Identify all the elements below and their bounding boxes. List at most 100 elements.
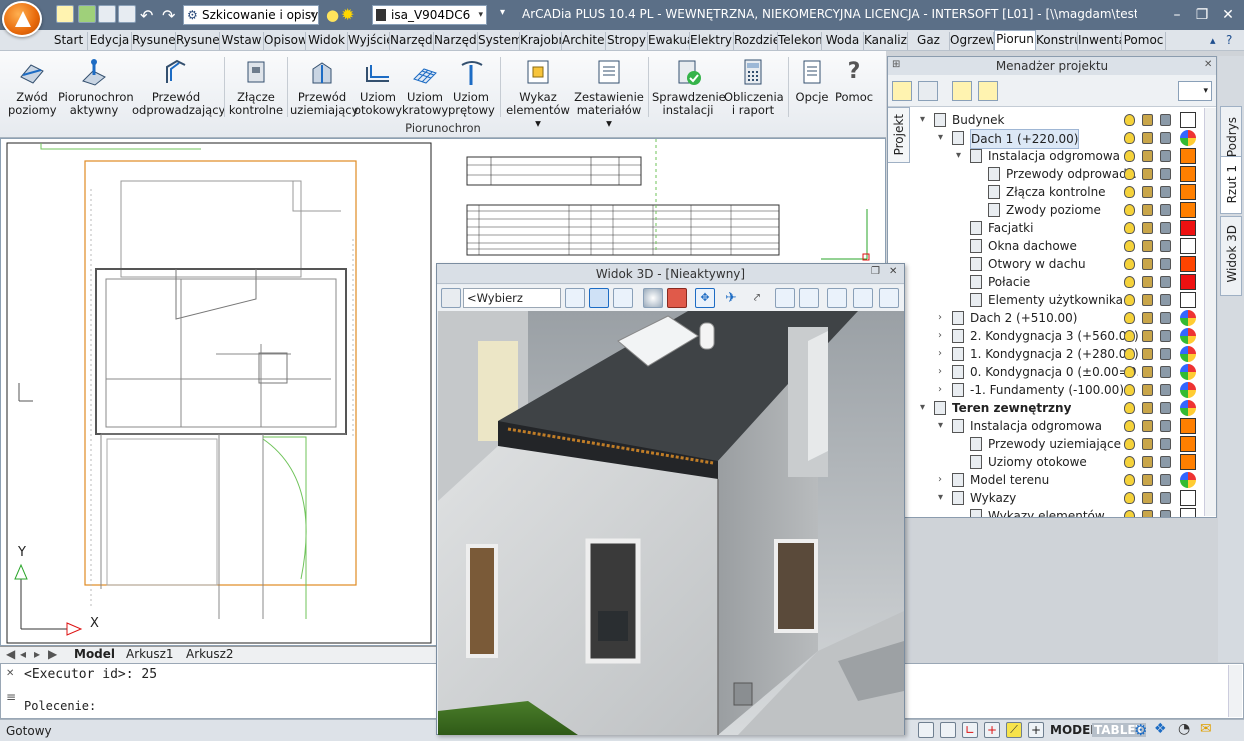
sheet-tab-arkusz1[interactable]: Arkusz1 bbox=[126, 647, 174, 662]
tree-item[interactable]: Zwody poziome bbox=[910, 201, 1210, 219]
osnap-icon[interactable]: ⟋ bbox=[1006, 722, 1022, 738]
print-icon[interactable] bbox=[1160, 348, 1171, 360]
lightbulb-icon[interactable]: ● bbox=[326, 6, 339, 24]
customize-qat-icon[interactable]: ▾ bbox=[500, 7, 505, 18]
redo-icon[interactable]: ↷ bbox=[162, 6, 175, 25]
color-swatch[interactable] bbox=[1180, 490, 1196, 506]
expanded-chevron-icon[interactable]: ▾ bbox=[956, 147, 961, 165]
tab-telekom[interactable]: Telekom bbox=[778, 32, 822, 50]
ring-earth-electrode-button[interactable]: Uziom otokowy bbox=[354, 57, 402, 117]
save-icon[interactable] bbox=[98, 5, 116, 23]
tab-ewakuacja[interactable]: Ewakuacja bbox=[648, 32, 690, 50]
add-camera-icon[interactable] bbox=[441, 288, 461, 308]
tab-kanalizacja[interactable]: Kanalizacja bbox=[864, 32, 908, 50]
view-3d-restore-icon[interactable]: ❐ bbox=[871, 266, 880, 277]
visibility-bulb-icon[interactable] bbox=[1124, 294, 1135, 306]
visibility-bulb-icon[interactable] bbox=[1124, 276, 1135, 288]
lock-icon[interactable] bbox=[1142, 492, 1153, 504]
visibility-bulb-icon[interactable] bbox=[1124, 312, 1135, 324]
camera-select[interactable]: <Wybierz kamerę>▾ bbox=[463, 288, 561, 323]
pin-icon[interactable]: ⊞ bbox=[892, 59, 900, 70]
color-palette-icon[interactable] bbox=[1180, 130, 1196, 146]
move-up-icon[interactable] bbox=[952, 81, 972, 101]
tree-item[interactable]: Uziomy otokowe bbox=[910, 453, 1210, 471]
level-down-icon[interactable] bbox=[799, 288, 819, 308]
command-window-grip-icon[interactable]: ≡ bbox=[6, 690, 16, 704]
installation-check-button[interactable]: Sprawdzenie instalacji bbox=[652, 57, 726, 117]
lock-icon[interactable] bbox=[1142, 168, 1153, 180]
tree-item[interactable]: › 2. Kondygnacja 3 (+560.00) bbox=[910, 327, 1210, 345]
print-icon[interactable] bbox=[1160, 492, 1171, 504]
tab-narzedzia-2[interactable]: Narzędzia bbox=[434, 32, 478, 50]
color-palette-icon[interactable] bbox=[1180, 346, 1196, 362]
tab-architektura[interactable]: Architektura bbox=[562, 32, 606, 50]
visibility-bulb-icon[interactable] bbox=[1124, 366, 1135, 378]
color-palette-icon[interactable] bbox=[1180, 310, 1196, 326]
snapshot-icon[interactable] bbox=[879, 288, 899, 308]
tree-item[interactable]: ▾ Teren zewnętrzny bbox=[910, 399, 1210, 417]
visibility-bulb-icon[interactable] bbox=[1124, 186, 1135, 198]
visibility-bulb-icon[interactable] bbox=[1124, 492, 1135, 504]
walk-icon[interactable]: ⤤ bbox=[747, 288, 767, 308]
sheet-tab-model[interactable]: Model bbox=[74, 647, 115, 662]
print-icon[interactable] bbox=[1160, 312, 1171, 324]
tree-item[interactable]: › -1. Fundamenty (-100.00) bbox=[910, 381, 1210, 399]
print-icon[interactable] bbox=[1160, 168, 1171, 180]
horizontal-conductor-button[interactable]: Zwód poziomy bbox=[8, 57, 57, 117]
lock-icon[interactable] bbox=[1142, 204, 1153, 216]
grid-icon[interactable] bbox=[918, 722, 934, 738]
visibility-bulb-icon[interactable] bbox=[1124, 474, 1135, 486]
collapsed-chevron-icon[interactable]: › bbox=[938, 327, 942, 345]
tree-item[interactable]: › Model terenu bbox=[910, 471, 1210, 489]
command-scrollbar[interactable] bbox=[1228, 665, 1242, 717]
collapsed-chevron-icon[interactable]: › bbox=[938, 363, 942, 381]
tree-item[interactable]: Złącza kontrolne bbox=[910, 183, 1210, 201]
lock-icon[interactable] bbox=[1142, 420, 1153, 432]
print-icon[interactable] bbox=[1160, 204, 1171, 216]
maximize-button[interactable]: ❐ bbox=[1190, 6, 1214, 24]
clock-icon[interactable]: ◔ bbox=[1178, 721, 1190, 737]
add-item-icon[interactable] bbox=[892, 81, 912, 101]
rod-earth-electrode-button[interactable]: Uziom prętowy bbox=[448, 57, 495, 117]
sun-icon[interactable]: ✹ bbox=[341, 5, 354, 24]
print-icon[interactable] bbox=[1160, 132, 1171, 144]
model-space-toggle[interactable]: MODEL bbox=[1050, 723, 1098, 737]
color-swatch[interactable] bbox=[1180, 148, 1196, 164]
close-button[interactable]: ✕ bbox=[1216, 6, 1240, 24]
visibility-bulb-icon[interactable] bbox=[1124, 132, 1135, 144]
color-swatch[interactable] bbox=[1180, 112, 1196, 128]
tree-item[interactable]: Otwory w dachu bbox=[910, 255, 1210, 273]
tab-elektryka[interactable]: Elektryka bbox=[690, 32, 734, 50]
lock-icon[interactable] bbox=[1142, 348, 1153, 360]
sheet-tab-arkusz2[interactable]: Arkusz2 bbox=[186, 647, 234, 662]
collapsed-chevron-icon[interactable]: › bbox=[938, 345, 942, 363]
tab-gaz[interactable]: Gaz bbox=[908, 32, 950, 50]
ribbon-minimize-icon[interactable]: ▴ bbox=[1210, 34, 1216, 47]
command-window-close-icon[interactable]: ✕ bbox=[6, 668, 14, 679]
open-file-icon[interactable] bbox=[78, 5, 96, 23]
panel-close-icon[interactable]: ✕ bbox=[1204, 59, 1212, 70]
lock-icon[interactable] bbox=[1142, 474, 1153, 486]
settings-gear-icon[interactable]: ⚙ bbox=[1134, 721, 1147, 739]
active-lightning-rod-button[interactable]: Piorunochron aktywny bbox=[58, 57, 134, 117]
color-palette-icon[interactable] bbox=[1180, 472, 1196, 488]
render-icon[interactable] bbox=[643, 288, 663, 308]
tab-konstrukcje[interactable]: Konstrukcje bbox=[1036, 32, 1078, 50]
color-swatch[interactable] bbox=[1180, 292, 1196, 308]
polar-icon[interactable]: + bbox=[984, 722, 1000, 738]
visibility-bulb-icon[interactable] bbox=[1124, 384, 1135, 396]
color-swatch[interactable] bbox=[1180, 220, 1196, 236]
visibility-bulb-icon[interactable] bbox=[1124, 402, 1135, 414]
lock-icon[interactable] bbox=[1142, 294, 1153, 306]
visibility-bulb-icon[interactable] bbox=[1124, 168, 1135, 180]
visibility-bulb-icon[interactable] bbox=[1124, 348, 1135, 360]
print-icon[interactable] bbox=[1160, 456, 1171, 468]
tab-wyjscie[interactable]: Wyjście bbox=[348, 32, 390, 50]
tab-widok-3d[interactable]: Widok 3D bbox=[1220, 216, 1242, 296]
lock-icon[interactable] bbox=[1142, 240, 1153, 252]
mesh-earth-electrode-button[interactable]: Uziom kratowy bbox=[402, 57, 448, 117]
lock-icon[interactable] bbox=[1142, 366, 1153, 378]
color-palette-icon[interactable] bbox=[1180, 328, 1196, 344]
print-icon[interactable] bbox=[1160, 276, 1171, 288]
undo-icon[interactable]: ↶ bbox=[140, 6, 153, 25]
